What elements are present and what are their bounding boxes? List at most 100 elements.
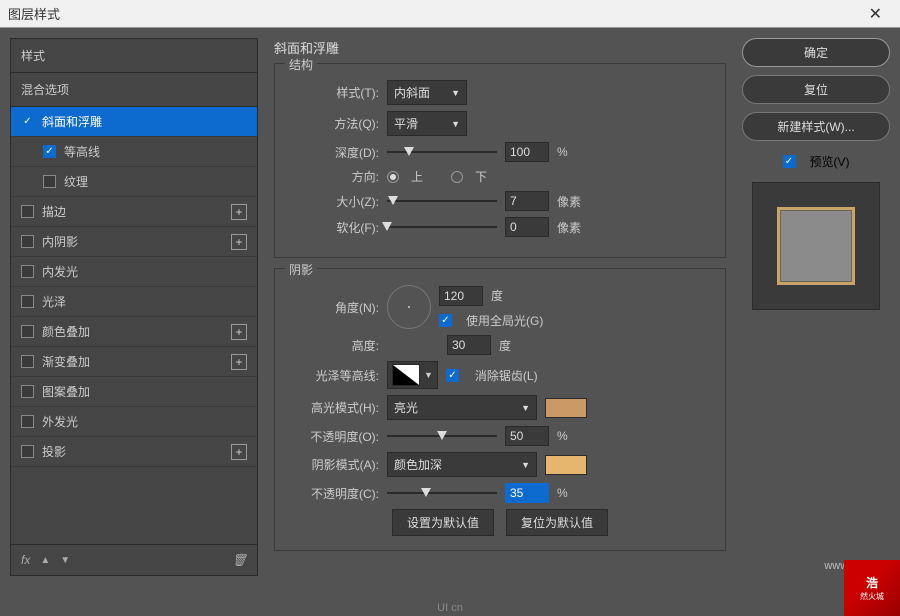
style-checkbox[interactable] bbox=[21, 355, 34, 368]
chevron-down-icon: ▼ bbox=[521, 460, 530, 470]
style-item[interactable]: 外发光 bbox=[11, 407, 257, 437]
style-checkbox[interactable] bbox=[21, 115, 34, 128]
chevron-down-icon: ▼ bbox=[521, 403, 530, 413]
direction-down-label: 下 bbox=[475, 168, 487, 185]
corner-logo: 浩 然火城 bbox=[844, 560, 900, 616]
size-label: 大小(Z): bbox=[289, 193, 379, 210]
style-list: 斜面和浮雕等高线纹理描边+内阴影+内发光光泽颜色叠加+渐变叠加+图案叠加外发光投… bbox=[11, 107, 257, 544]
reset-default-button[interactable]: 复位为默认值 bbox=[506, 509, 608, 536]
style-checkbox[interactable] bbox=[43, 175, 56, 188]
bottom-logo: UI cn bbox=[437, 602, 463, 614]
style-item[interactable]: 图案叠加 bbox=[11, 377, 257, 407]
plus-icon[interactable]: + bbox=[231, 354, 247, 370]
shadow-color-swatch[interactable] bbox=[545, 455, 587, 475]
style-label: 光泽 bbox=[42, 293, 66, 310]
style-checkbox[interactable] bbox=[21, 385, 34, 398]
style-item[interactable]: 内发光 bbox=[11, 257, 257, 287]
style-checkbox[interactable] bbox=[21, 205, 34, 218]
style-label: 图案叠加 bbox=[42, 383, 90, 400]
style-item[interactable]: 纹理 bbox=[11, 167, 257, 197]
plus-icon[interactable]: + bbox=[231, 204, 247, 220]
shading-legend: 阴影 bbox=[285, 261, 317, 278]
styles-header[interactable]: 样式 bbox=[11, 39, 257, 73]
style-select[interactable]: 内斜面▼ bbox=[387, 80, 467, 105]
plus-icon[interactable]: + bbox=[231, 444, 247, 460]
chevron-down-icon: ▼ bbox=[451, 119, 460, 129]
soften-slider[interactable] bbox=[387, 220, 497, 234]
angle-dial[interactable] bbox=[387, 285, 431, 329]
new-style-button[interactable]: 新建样式(W)... bbox=[742, 112, 890, 141]
plus-icon[interactable]: + bbox=[231, 324, 247, 340]
arrow-down-icon[interactable]: ▼ bbox=[60, 555, 70, 566]
style-checkbox[interactable] bbox=[21, 265, 34, 278]
arrow-up-icon[interactable]: ▲ bbox=[40, 555, 50, 566]
depth-slider[interactable] bbox=[387, 145, 497, 159]
shadow-opacity-input[interactable]: 35 bbox=[505, 483, 549, 503]
style-item[interactable]: 等高线 bbox=[11, 137, 257, 167]
gloss-label: 光泽等高线: bbox=[289, 367, 379, 384]
highlight-opacity-input[interactable]: 50 bbox=[505, 426, 549, 446]
shadow-opacity-slider[interactable] bbox=[387, 486, 497, 500]
style-item[interactable]: 颜色叠加+ bbox=[11, 317, 257, 347]
gloss-contour-select[interactable]: ▼ bbox=[387, 361, 438, 389]
blend-options[interactable]: 混合选项 bbox=[11, 73, 257, 107]
shadow-mode-select[interactable]: 颜色加深▼ bbox=[387, 452, 537, 477]
trash-icon[interactable]: 🗑 bbox=[232, 553, 247, 567]
style-label: 样式(T): bbox=[289, 84, 379, 101]
style-item[interactable]: 渐变叠加+ bbox=[11, 347, 257, 377]
style-item[interactable]: 投影 + bbox=[11, 437, 257, 467]
style-checkbox[interactable] bbox=[21, 445, 34, 458]
highlight-color-swatch[interactable] bbox=[545, 398, 587, 418]
technique-select[interactable]: 平滑▼ bbox=[387, 111, 467, 136]
size-slider[interactable] bbox=[387, 194, 497, 208]
fx-label[interactable]: fx bbox=[21, 553, 30, 567]
angle-label: 角度(N): bbox=[289, 299, 379, 316]
style-checkbox[interactable] bbox=[21, 415, 34, 428]
close-icon[interactable]: ✕ bbox=[859, 4, 892, 24]
soften-unit: 像素 bbox=[557, 219, 587, 236]
direction-down-radio[interactable] bbox=[451, 171, 463, 183]
style-item[interactable]: 内阴影+ bbox=[11, 227, 257, 257]
highlight-mode-label: 高光模式(H): bbox=[289, 399, 379, 416]
antialias-checkbox[interactable] bbox=[446, 369, 459, 382]
style-checkbox[interactable] bbox=[21, 235, 34, 248]
style-checkbox[interactable] bbox=[21, 295, 34, 308]
style-checkbox[interactable] bbox=[21, 325, 34, 338]
altitude-input[interactable]: 30 bbox=[447, 335, 491, 355]
highlight-opacity-unit: % bbox=[557, 429, 587, 443]
style-label: 内发光 bbox=[42, 263, 78, 280]
set-default-button[interactable]: 设置为默认值 bbox=[392, 509, 494, 536]
style-item[interactable]: 光泽 bbox=[11, 287, 257, 317]
style-checkbox[interactable] bbox=[43, 145, 56, 158]
global-light-label: 使用全局光(G) bbox=[466, 312, 543, 329]
style-item[interactable]: 描边+ bbox=[11, 197, 257, 227]
size-input[interactable]: 7 bbox=[505, 191, 549, 211]
shadow-opacity-label: 不透明度(C): bbox=[289, 485, 379, 502]
ok-button[interactable]: 确定 bbox=[742, 38, 890, 67]
styles-panel: 样式 混合选项 斜面和浮雕等高线纹理描边+内阴影+ 内发光光泽颜色叠加+渐变叠加+… bbox=[10, 38, 258, 576]
direction-label: 方向: bbox=[289, 168, 379, 185]
highlight-mode-select[interactable]: 亮光▼ bbox=[387, 395, 537, 420]
dialog-title: 图层样式 bbox=[8, 4, 60, 23]
cancel-button[interactable]: 复位 bbox=[742, 75, 890, 104]
preview-swatch bbox=[777, 207, 855, 285]
direction-up-radio[interactable] bbox=[387, 171, 399, 183]
shadow-mode-label: 阴影模式(A): bbox=[289, 456, 379, 473]
preview-checkbox[interactable] bbox=[783, 155, 796, 168]
settings-panel: 斜面和浮雕 结构 样式(T): 内斜面▼ 方法(Q): 平滑▼ 深度(D): 1… bbox=[268, 38, 732, 576]
contour-swatch bbox=[392, 364, 420, 386]
plus-icon[interactable]: + bbox=[231, 234, 247, 250]
angle-input[interactable]: 120 bbox=[439, 286, 483, 306]
global-light-checkbox[interactable] bbox=[439, 314, 452, 327]
soften-input[interactable]: 0 bbox=[505, 217, 549, 237]
highlight-opacity-slider[interactable] bbox=[387, 429, 497, 443]
style-item[interactable]: 斜面和浮雕 bbox=[11, 107, 257, 137]
depth-unit: % bbox=[557, 145, 587, 159]
titlebar: 图层样式 ✕ bbox=[0, 0, 900, 28]
chevron-down-icon: ▼ bbox=[451, 88, 460, 98]
soften-label: 软化(F): bbox=[289, 219, 379, 236]
depth-input[interactable]: 100 bbox=[505, 142, 549, 162]
right-panel: 确定 复位 新建样式(W)... 预览(V) bbox=[742, 38, 890, 576]
style-label: 投影 bbox=[42, 443, 66, 460]
style-label: 斜面和浮雕 bbox=[42, 113, 102, 130]
